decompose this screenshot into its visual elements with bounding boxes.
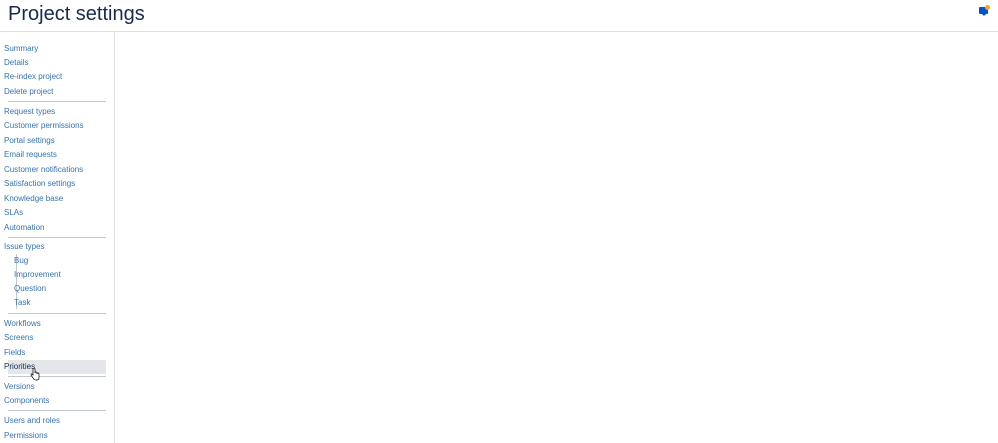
- hand-cursor-icon: [30, 368, 40, 381]
- sidebar-item-summary[interactable]: Summary: [4, 44, 38, 54]
- sidebar-divider: [8, 101, 106, 102]
- page-header: Project settings: [0, 0, 998, 32]
- sidebar-item-satisfaction-settings[interactable]: Satisfaction settings: [4, 179, 75, 189]
- sidebar-item-users-and-roles[interactable]: Users and roles: [4, 416, 60, 426]
- sidebar-item-screens[interactable]: Screens: [4, 333, 33, 343]
- sidebar-divider: [8, 410, 106, 411]
- sidebar-item-customer-notifications[interactable]: Customer notifications: [4, 165, 83, 175]
- sidebar-item-issue-types[interactable]: Issue types: [4, 242, 44, 252]
- sidebar-item-customer-permissions[interactable]: Customer permissions: [4, 121, 84, 131]
- sidebar-divider: [8, 313, 106, 314]
- sidebar-item-knowledge-base[interactable]: Knowledge base: [4, 194, 63, 204]
- sidebar-item-bug[interactable]: Bug: [14, 256, 28, 266]
- sidebar-item-email-requests[interactable]: Email requests: [4, 150, 57, 160]
- sidebar-item-automation[interactable]: Automation: [4, 223, 44, 233]
- notification-badge: [985, 5, 990, 10]
- sidebar-item-request-types[interactable]: Request types: [4, 107, 55, 117]
- sidebar: Summary Details Re-index project Delete …: [0, 32, 115, 443]
- sidebar-item-reindex-project[interactable]: Re-index project: [4, 72, 62, 82]
- sidebar-item-details[interactable]: Details: [4, 58, 28, 68]
- sidebar-divider: [8, 376, 106, 377]
- feedback-icon[interactable]: [979, 5, 991, 17]
- page-title: Project settings: [8, 3, 145, 25]
- sidebar-item-versions[interactable]: Versions: [4, 382, 35, 392]
- sidebar-item-components[interactable]: Components: [4, 396, 49, 406]
- sidebar-divider: [8, 237, 106, 238]
- sidebar-item-workflows[interactable]: Workflows: [4, 319, 41, 329]
- sidebar-item-fields[interactable]: Fields: [4, 348, 25, 358]
- sidebar-item-improvement[interactable]: Improvement: [14, 270, 61, 280]
- main-content: [116, 32, 998, 443]
- sidebar-item-portal-settings[interactable]: Portal settings: [4, 136, 55, 146]
- sidebar-item-task[interactable]: Task: [14, 298, 30, 308]
- sidebar-item-slas[interactable]: SLAs: [4, 208, 23, 218]
- sidebar-item-question[interactable]: Question: [14, 284, 46, 294]
- sidebar-item-delete-project[interactable]: Delete project: [4, 87, 53, 97]
- sidebar-item-permissions[interactable]: Permissions: [4, 431, 48, 441]
